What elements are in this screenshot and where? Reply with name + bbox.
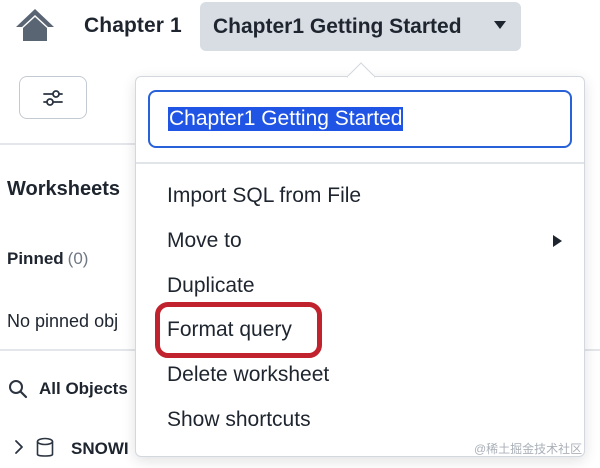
chevron-right-icon[interactable] xyxy=(14,439,24,455)
database-icon xyxy=(36,437,54,457)
menu-item-move-to[interactable]: Move to xyxy=(167,229,242,253)
menu-item-duplicate[interactable]: Duplicate xyxy=(167,274,255,298)
search-icon xyxy=(9,380,28,399)
menu-item-import-sql[interactable]: Import SQL from File xyxy=(167,184,361,208)
worksheet-title-dropdown[interactable]: Chapter1 Getting Started xyxy=(200,2,521,51)
menu-item-delete-worksheet[interactable]: Delete worksheet xyxy=(167,363,329,387)
watermark: @稀土掘金技术社区 xyxy=(474,442,583,456)
worksheet-options-menu: Chapter1 Getting Started Import SQL from… xyxy=(135,76,585,457)
breadcrumb-chapter[interactable]: Chapter 1 xyxy=(84,14,182,38)
annotation-highlight-box xyxy=(155,302,322,358)
worksheets-heading: Worksheets xyxy=(7,178,121,200)
menu-item-show-shortcuts[interactable]: Show shortcuts xyxy=(167,408,311,432)
caret-down-icon xyxy=(494,21,506,29)
pinned-section-header: Pinned (0) xyxy=(7,249,88,269)
filter-button[interactable] xyxy=(19,76,87,119)
database-item[interactable]: SNOWI xyxy=(71,439,141,459)
menu-divider xyxy=(136,162,584,164)
pinned-label: Pinned xyxy=(7,249,64,268)
worksheet-title: Chapter1 Getting Started xyxy=(213,14,462,38)
home-icon[interactable] xyxy=(14,7,56,43)
menu-pointer-arrow xyxy=(347,62,375,78)
selected-text: Chapter1 Getting Started xyxy=(168,107,404,131)
all-objects-filter[interactable]: All Objects xyxy=(39,379,128,399)
submenu-arrow-icon xyxy=(553,235,562,247)
divider xyxy=(0,143,140,145)
no-pinned-message: No pinned obj xyxy=(7,311,119,331)
pinned-count: (0) xyxy=(67,249,89,268)
sliders-icon xyxy=(43,89,63,106)
worksheet-name-input[interactable]: Chapter1 Getting Started xyxy=(148,90,572,148)
